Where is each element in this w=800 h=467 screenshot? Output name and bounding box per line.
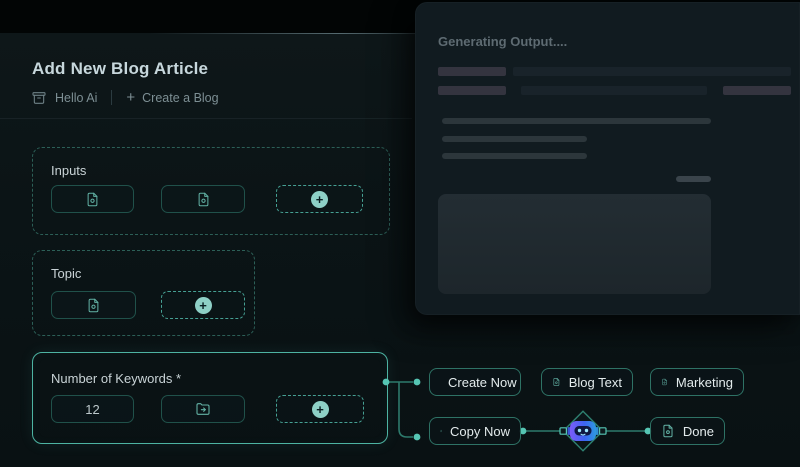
skeleton-line <box>442 153 587 159</box>
skeleton-bar <box>513 67 791 76</box>
node-create-now[interactable]: Create Now <box>429 368 521 396</box>
skeleton-bar <box>438 86 506 95</box>
node-done[interactable]: Done <box>650 417 725 445</box>
skeleton-line <box>442 136 587 142</box>
node-label: Create Now <box>448 375 517 390</box>
node-label: Copy Now <box>450 424 510 439</box>
port-dot-keywords <box>383 379 390 386</box>
node-marketing[interactable]: Marketing <box>650 368 744 396</box>
diamond-port-left <box>560 428 566 434</box>
file-icon <box>661 375 668 389</box>
file-icon <box>661 424 675 438</box>
node-label: Blog Text <box>569 375 622 390</box>
skeleton-line <box>442 118 711 124</box>
robot-icon <box>568 421 599 441</box>
output-preview-box <box>438 194 711 294</box>
skeleton-bar <box>521 86 707 95</box>
node-copy-now[interactable]: Copy Now <box>429 417 521 445</box>
skeleton-chip <box>676 176 711 182</box>
node-label: Marketing <box>676 375 733 390</box>
skeleton-bar <box>723 86 791 95</box>
port-dot-create-now <box>414 379 421 386</box>
file-icon <box>440 424 442 438</box>
port-dot-copy-now <box>414 434 421 441</box>
ai-robot-node[interactable] <box>560 411 606 451</box>
node-label: Done <box>683 424 714 439</box>
skeleton-bar <box>438 67 506 76</box>
output-panel-title: Generating Output.... <box>438 34 567 49</box>
diamond-port-right <box>600 428 606 434</box>
node-blog-text[interactable]: Blog Text <box>541 368 633 396</box>
canvas: Add New Blog Article Hello Ai + Create a… <box>0 0 800 467</box>
wire-keywords-to-copy <box>399 382 413 437</box>
output-panel: Generating Output.... <box>415 2 800 315</box>
file-icon <box>552 375 561 389</box>
